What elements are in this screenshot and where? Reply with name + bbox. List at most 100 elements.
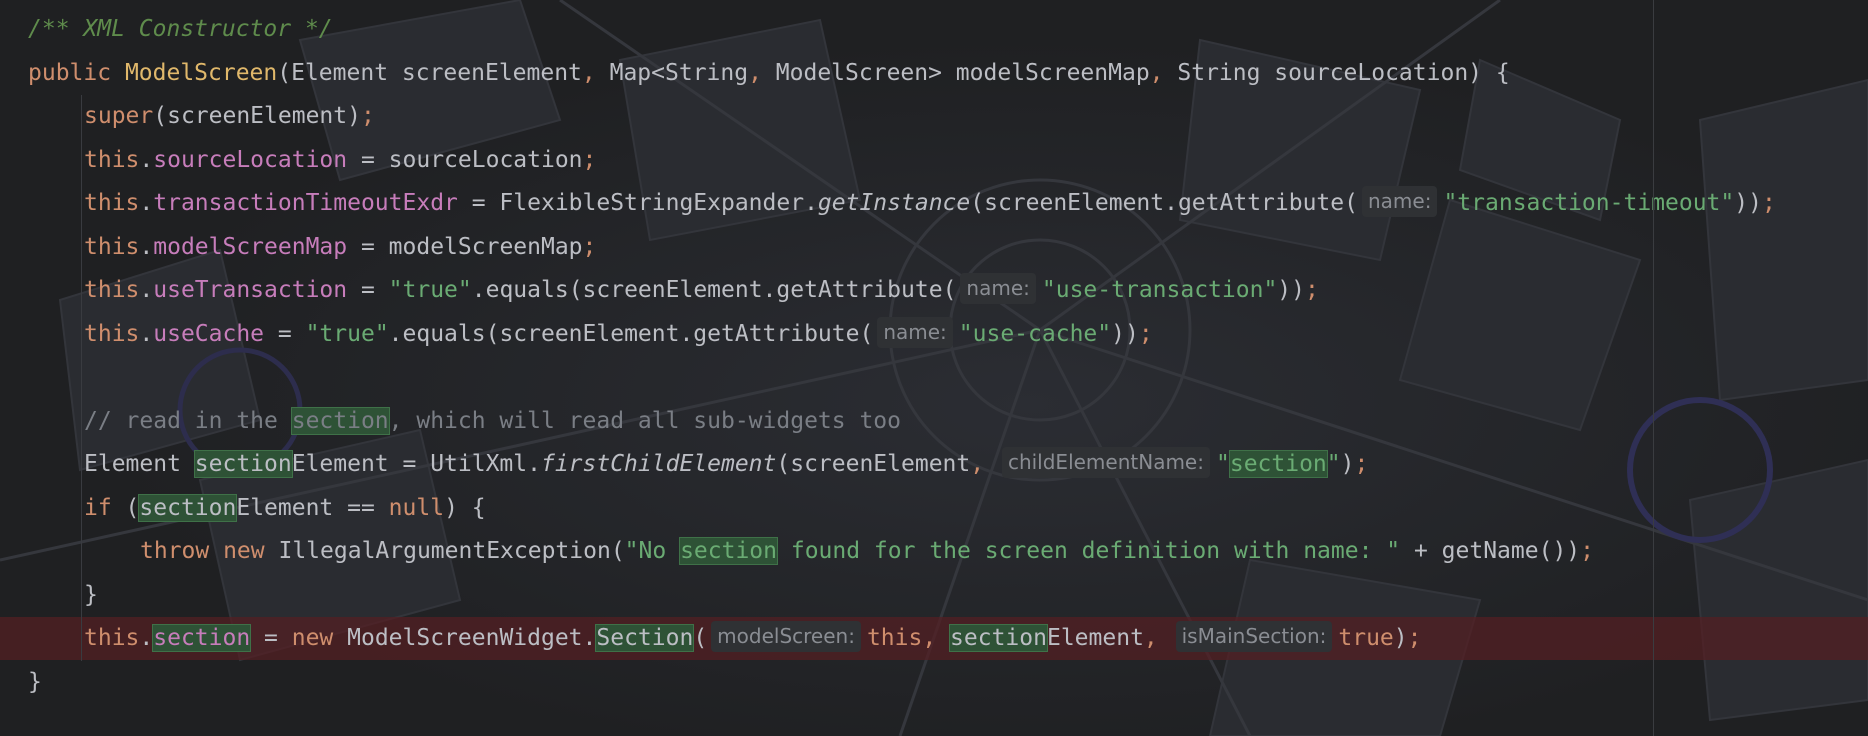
code-token: (Element screenElement — [277, 59, 582, 86]
code-token: null — [388, 494, 445, 521]
code-token: this — [866, 625, 923, 651]
code-line[interactable] — [0, 356, 1868, 399]
code-text: this.modelScreenMap = modelScreenMap; — [28, 226, 596, 269]
code-token: , — [970, 451, 998, 477]
parameter-hint: name: — [960, 273, 1036, 304]
usage-highlight: section — [1228, 450, 1328, 478]
code-token: firstChildElement — [540, 451, 777, 477]
parameter-hint: modelScreen: — [711, 621, 861, 652]
code-line[interactable]: this.modelScreenMap = modelScreenMap; — [0, 226, 1868, 269]
code-line[interactable]: Element sectionElement = UtilXml.firstCh… — [0, 443, 1868, 486]
code-token: , — [581, 59, 610, 86]
code-token: , which will read all sub-widgets too — [388, 407, 902, 434]
parameter-hint: name: — [1361, 186, 1438, 217]
code-token: )) — [1277, 277, 1305, 303]
code-token: (screenElement — [776, 451, 971, 477]
code-token: useTransaction — [153, 277, 348, 303]
code-text: this.useCache = "true".equals(screenElem… — [28, 313, 1153, 356]
code-text: } — [28, 661, 42, 704]
code-token: Map<String — [609, 59, 749, 86]
code-token: "transaction-timeout" — [1443, 190, 1735, 216]
code-text: // read in the section, which will read … — [28, 400, 901, 443]
code-token: " — [1326, 451, 1341, 477]
usage-highlight: section — [152, 624, 252, 652]
code-token: , — [922, 625, 951, 651]
code-token: this — [84, 190, 140, 216]
code-token: new — [291, 625, 348, 651]
code-token: found for the screen definition with nam… — [777, 538, 1401, 564]
code-line[interactable]: this.useCache = "true".equals(screenElem… — [0, 313, 1868, 356]
code-token: = sourceLocation — [347, 146, 583, 173]
code-line[interactable]: // read in the section, which will read … — [0, 400, 1868, 443]
code-token: = — [250, 625, 292, 651]
code-line-highlighted[interactable]: this.section = new ModelScreenWidget.Sec… — [0, 617, 1868, 660]
code-token: ; — [1761, 190, 1776, 216]
code-token: ; — [360, 103, 375, 129]
code-token: ; — [1354, 451, 1369, 477]
code-line[interactable]: super(screenElement); — [0, 95, 1868, 138]
code-token: .equals(screenElement.getAttribute( — [471, 277, 957, 303]
code-line[interactable]: throw new IllegalArgumentException("No s… — [0, 530, 1868, 573]
code-token: true — [1338, 625, 1394, 651]
code-token: getInstance — [817, 190, 971, 216]
code-token: , — [1143, 625, 1172, 651]
code-text: Element sectionElement = UtilXml.firstCh… — [28, 443, 1368, 486]
code-token: ModelScreenWidget. — [347, 625, 597, 651]
usage-highlight: section — [138, 493, 238, 522]
code-token: ) { — [444, 494, 486, 521]
code-token: = — [347, 277, 389, 303]
indent-guide — [81, 95, 82, 661]
code-text: throw new IllegalArgumentException("No s… — [28, 530, 1594, 573]
code-token: . — [139, 320, 154, 347]
code-line[interactable]: } — [0, 574, 1868, 617]
code-token: throw new — [140, 538, 279, 564]
code-token: /** XML Constructor */ — [28, 16, 333, 42]
code-token: this — [84, 625, 140, 651]
code-token: "use-cache" — [958, 320, 1112, 347]
code-token: transactionTimeoutExdr — [153, 190, 458, 216]
code-token: } — [84, 581, 98, 608]
code-line[interactable]: /** XML Constructor */ — [0, 8, 1868, 51]
code-token: ; — [582, 146, 597, 173]
code-token: this — [84, 233, 140, 260]
code-token: Element — [84, 451, 195, 477]
code-token: ( — [125, 494, 140, 521]
code-token: .equals(screenElement.getAttribute( — [388, 320, 874, 347]
code-token: ; — [1407, 625, 1422, 651]
code-token: Element == — [236, 494, 389, 521]
code-token: useCache — [153, 320, 265, 347]
code-token: " — [1215, 451, 1230, 477]
code-token: "use-transaction" — [1041, 277, 1278, 303]
code-token: modelScreenMap — [153, 233, 348, 260]
right-margin-guide — [1653, 0, 1654, 736]
code-token: // read in the — [84, 407, 292, 434]
code-token: Element = UtilXml. — [291, 451, 541, 477]
usage-highlight: section — [193, 450, 293, 478]
usage-highlight: section — [949, 624, 1048, 652]
code-token: this — [84, 277, 140, 303]
code-line[interactable]: this.sourceLocation = sourceLocation; — [0, 139, 1868, 182]
code-line[interactable]: this.transactionTimeoutExdr = FlexibleSt… — [0, 182, 1868, 225]
code-token: = FlexibleStringExpander. — [457, 190, 818, 216]
code-token: ( — [693, 625, 708, 651]
code-token: . — [139, 277, 154, 303]
code-text: this.transactionTimeoutExdr = FlexibleSt… — [28, 182, 1776, 225]
code-line[interactable]: if (sectionElement == null) { — [0, 487, 1868, 530]
code-token: ) — [1340, 451, 1355, 477]
code-line[interactable]: } — [0, 661, 1868, 704]
code-token: "true" — [388, 277, 472, 303]
code-token: , — [1149, 59, 1178, 86]
code-token: this — [84, 146, 140, 173]
usage-highlight: Section — [595, 624, 695, 652]
code-token: = — [264, 320, 306, 347]
code-line[interactable]: this.useTransaction = "true".equals(scre… — [0, 269, 1868, 312]
code-token: . — [139, 625, 154, 651]
code-token: } — [28, 668, 42, 695]
code-token: super — [84, 103, 154, 129]
code-token: . — [139, 233, 154, 260]
code-editor[interactable]: /** XML Constructor */ public ModelScreen… — [0, 0, 1868, 736]
code-text: this.section = new ModelScreenWidget.Sec… — [28, 617, 1422, 660]
code-token: ; — [1580, 538, 1594, 564]
code-line[interactable]: public ModelScreen(Element screenElement… — [0, 52, 1868, 95]
code-text: if (sectionElement == null) { — [28, 487, 486, 530]
